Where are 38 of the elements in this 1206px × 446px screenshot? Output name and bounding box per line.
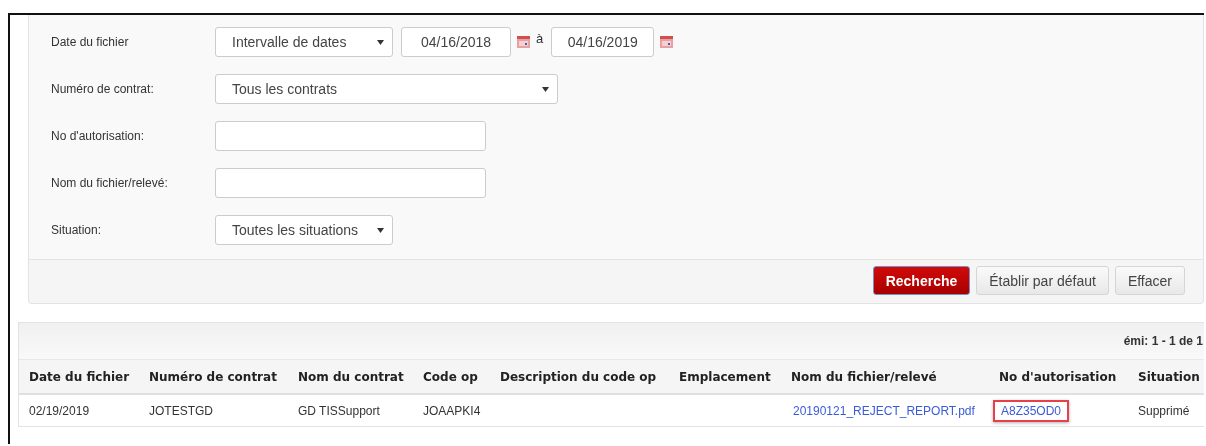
column-header[interactable]: Date du fichier	[19, 360, 139, 395]
column-header[interactable]: Code op	[413, 360, 490, 395]
date-field[interactable]: 04/16/2018	[401, 27, 511, 57]
table-cell-text: 02/19/2019	[28, 402, 91, 420]
field-label: Date du fichier	[51, 35, 130, 49]
date-mode-select[interactable]: Intervalle de dates	[215, 27, 393, 57]
field-label: Situation:	[51, 223, 103, 237]
column-header[interactable]: Emplacement	[669, 360, 781, 395]
date-field[interactable]: 04/16/2019	[551, 27, 655, 57]
column-header[interactable]: Numéro de contrat	[139, 360, 288, 395]
caret-icon	[542, 86, 549, 92]
dropdown-field[interactable]: Tous les contrats	[215, 74, 558, 104]
file-link[interactable]: 20190121_REJECT_REPORT.pdf	[785, 399, 983, 422]
table-cell-text: JOAAPKI4	[422, 402, 482, 420]
dropdown-field[interactable]: Toutes les situations	[215, 215, 393, 245]
result-count: émi: 1 - 1 de 1	[1123, 334, 1203, 348]
caret-icon	[377, 39, 384, 45]
field-label: Nom du fichier/relevé:	[51, 176, 169, 190]
column-header[interactable]: Nom du contrat	[288, 360, 413, 395]
input-field[interactable]	[215, 168, 486, 198]
calendar-icon[interactable]	[517, 36, 530, 48]
separator-text: à	[536, 31, 544, 46]
column-header[interactable]: No d'autorisation	[989, 360, 1128, 395]
column-header[interactable]: Situation	[1128, 360, 1204, 395]
field-label: No d'autorisation:	[51, 129, 145, 143]
calendar-icon[interactable]	[660, 36, 674, 48]
column-header[interactable]: Nom du fichier/relevé	[781, 360, 989, 395]
table-cell-text: Supprimé	[1137, 402, 1191, 420]
caret-icon	[377, 227, 384, 233]
search-button[interactable]: Recherche	[872, 266, 971, 295]
table-cell-text: GD TISSupport	[297, 402, 381, 420]
file-link[interactable]: A8Z35OD0	[993, 399, 1070, 422]
table-cell-text: JOTESTGD	[148, 402, 214, 420]
form-button[interactable]: Établir par défaut	[976, 266, 1109, 295]
column-header[interactable]: Description du code op	[490, 360, 669, 395]
form-button[interactable]: Effacer	[1114, 266, 1185, 295]
input-field[interactable]	[215, 121, 486, 151]
field-label: Numéro de contrat:	[51, 82, 155, 96]
